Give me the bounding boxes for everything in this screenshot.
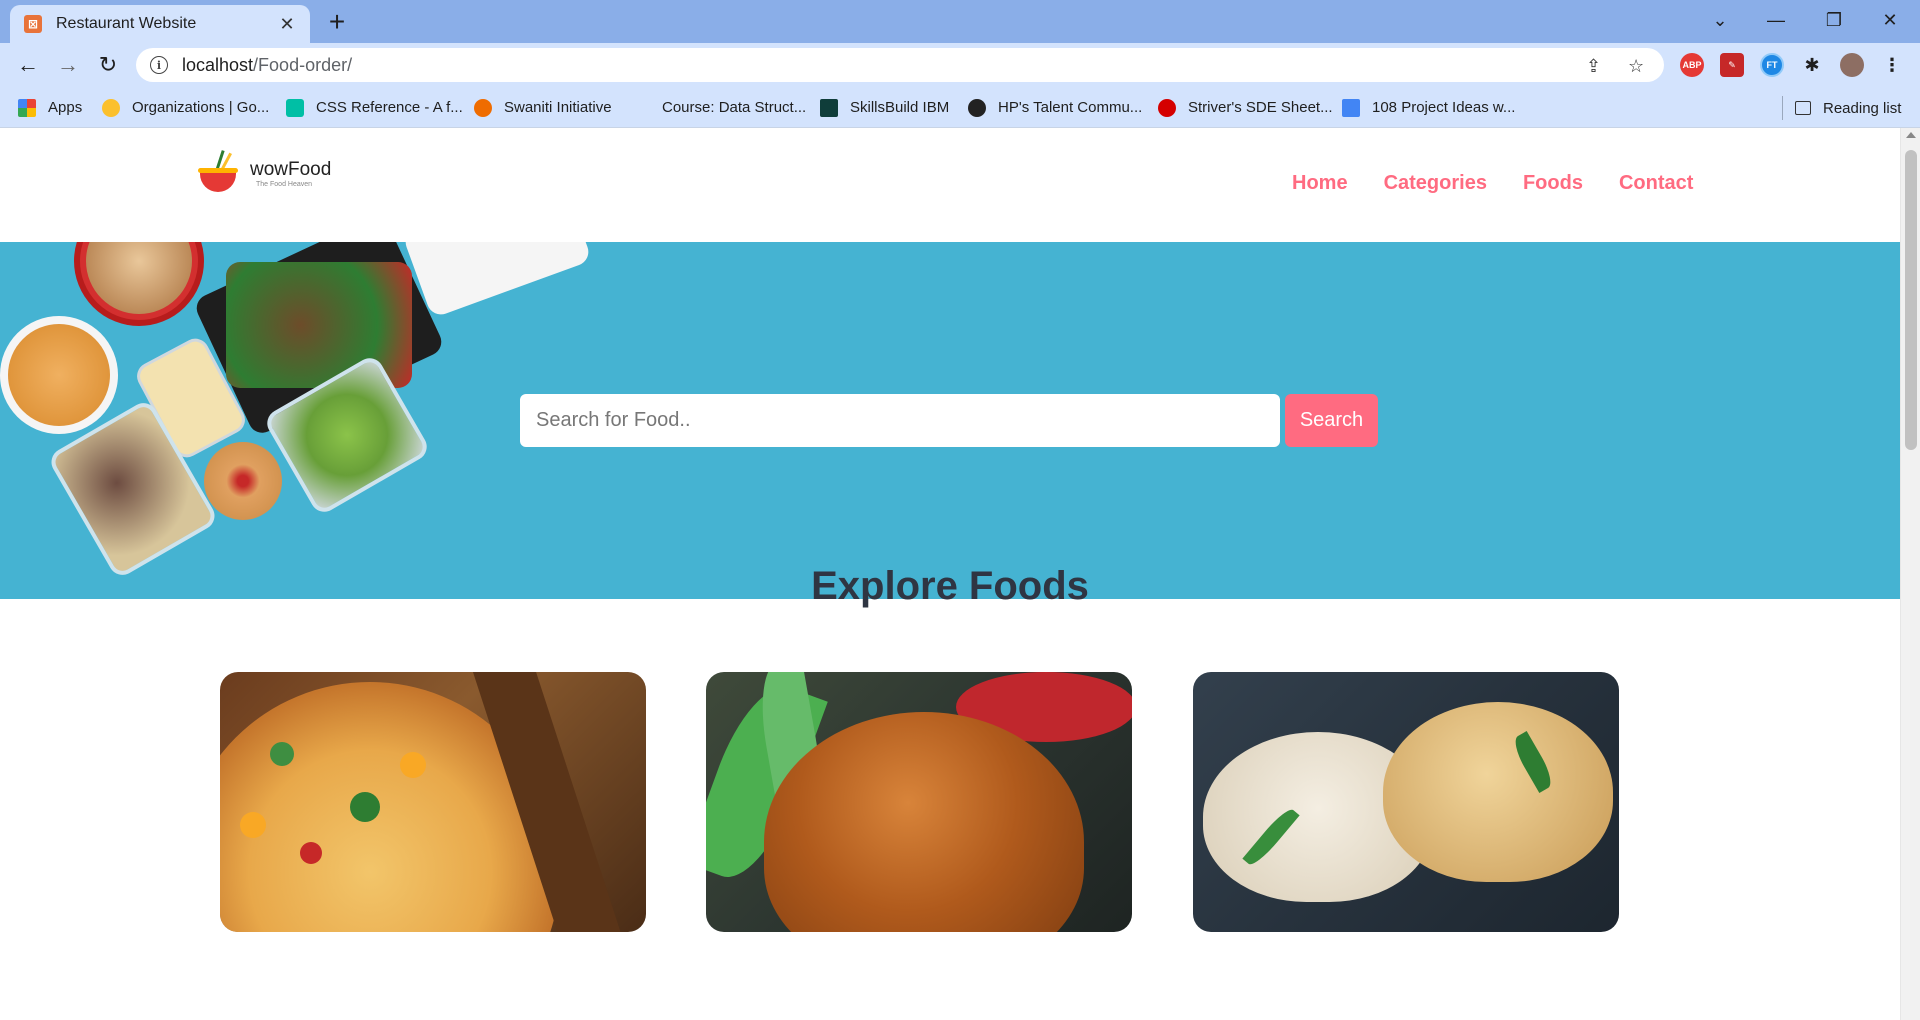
swaniti-icon (474, 98, 492, 117)
course-icon (632, 99, 650, 117)
bookmark-label: Apps (48, 99, 83, 116)
logo-name: wowFood (250, 158, 332, 180)
ft-extension-icon[interactable]: FT (1760, 53, 1784, 77)
scroll-up-arrow-icon[interactable] (1906, 132, 1916, 138)
back-arrow-icon[interactable]: ← (12, 49, 44, 81)
bookmark-label: Swaniti Initiative (504, 99, 612, 116)
bookmark-striver-sde[interactable]: Striver's SDE Sheet... (1158, 87, 1333, 128)
bookmark-apps[interactable]: Apps (18, 87, 82, 128)
adblock-extension-icon[interactable]: ABP (1680, 53, 1704, 77)
url-host: localhost (182, 54, 254, 75)
bookmark-label: Striver's SDE Sheet... (1188, 99, 1333, 116)
bookmark-hp-talent[interactable]: HP's Talent Commu... (968, 87, 1142, 128)
tuf-icon (1158, 98, 1176, 117)
search-button[interactable]: Search (1285, 394, 1378, 447)
pen-extension-icon[interactable]: ✎ (1720, 53, 1744, 77)
bowl-logo-icon (196, 148, 242, 198)
css-icon (286, 98, 304, 117)
close-window-button[interactable]: ✕ (1862, 0, 1918, 40)
bookmark-label: Course: Data Struct... (662, 99, 807, 116)
browser-tab[interactable]: ⊠ Restaurant Website ✕ (10, 5, 310, 43)
menu-kebab-icon[interactable]: ⋮ (1880, 53, 1904, 77)
bookmark-css-reference[interactable]: CSS Reference - A f... (286, 87, 463, 128)
tab-title: Restaurant Website (56, 15, 197, 32)
profile-avatar[interactable] (1840, 53, 1864, 77)
forward-arrow-icon[interactable]: → (52, 49, 84, 81)
nav-categories[interactable]: Categories (1384, 172, 1487, 195)
bookmark-organizations[interactable]: Organizations | Go... (102, 87, 269, 128)
hero-search-section: Search (0, 242, 1900, 599)
reading-list-label: Reading list (1823, 99, 1902, 117)
bookmark-skillsbuild[interactable]: SkillsBuild IBM (820, 87, 949, 128)
url-path: /Food-order/ (253, 54, 353, 75)
address-bar[interactable]: i localhost/Food-order/ ⇪ ☆ (136, 48, 1664, 82)
site-logo[interactable]: wowFood The Food Heaven (196, 148, 331, 198)
xampp-favicon-icon: ⊠ (24, 15, 42, 33)
nav-contact[interactable]: Contact (1619, 172, 1693, 195)
puzzle-extensions-icon[interactable]: ✱ (1800, 53, 1824, 77)
new-tab-button[interactable]: + (322, 8, 352, 38)
share-icon[interactable]: ⇪ (1586, 56, 1601, 77)
food-search-input[interactable] (520, 394, 1280, 447)
site-header: wowFood The Food Heaven Home Categories … (0, 128, 1900, 242)
site-info-icon[interactable]: i (150, 56, 168, 74)
bookmark-label: HP's Talent Commu... (998, 99, 1143, 116)
bookmark-label: Organizations | Go... (132, 99, 270, 116)
url-text: localhost/Food-order/ (182, 55, 352, 76)
reload-icon[interactable]: ↻ (92, 49, 124, 81)
close-tab-icon[interactable]: ✕ (276, 14, 298, 35)
food-card-burger[interactable] (706, 672, 1132, 932)
food-card-momo[interactable] (1193, 672, 1619, 932)
bookmark-label: SkillsBuild IBM (850, 99, 950, 116)
main-nav: Home Categories Foods Contact (1292, 172, 1729, 195)
bookmark-course-data-struct[interactable]: Course: Data Struct... (632, 87, 806, 128)
apps-grid-icon (18, 98, 36, 117)
tab-search-icon[interactable]: ⌄ (1692, 0, 1748, 40)
minimize-button[interactable]: — (1748, 0, 1804, 40)
skillsbuild-icon (820, 98, 838, 117)
page-viewport: wowFood The Food Heaven Home Categories … (0, 128, 1900, 1020)
doc-icon (1342, 98, 1360, 117)
nav-home[interactable]: Home (1292, 172, 1348, 195)
globe-icon (968, 98, 986, 117)
sun-icon (102, 98, 120, 117)
reading-list[interactable]: Reading list (1782, 96, 1901, 120)
scrollbar-thumb[interactable] (1905, 150, 1917, 450)
section-title: Explore Foods (811, 564, 1089, 608)
bookmark-swaniti[interactable]: Swaniti Initiative (474, 87, 612, 128)
food-card-pizza[interactable] (220, 672, 646, 932)
bookmarks-bar: Apps Organizations | Go... CSS Reference… (0, 87, 1920, 128)
bookmark-label: 108 Project Ideas w... (1372, 99, 1516, 116)
logo-tagline: The Food Heaven (256, 180, 313, 188)
browser-tab-bar: ⊠ Restaurant Website ✕ + ⌄ — ❐ ✕ (0, 0, 1920, 43)
page-scrollbar[interactable] (1900, 128, 1920, 1020)
bookmark-label: CSS Reference - A f... (316, 99, 463, 116)
nav-foods[interactable]: Foods (1523, 172, 1583, 195)
bookmark-star-icon[interactable]: ☆ (1628, 56, 1644, 77)
bookmark-project-ideas[interactable]: 108 Project Ideas w... (1342, 87, 1515, 128)
reading-list-icon (1795, 101, 1811, 115)
restore-button[interactable]: ❐ (1806, 0, 1862, 40)
browser-toolbar: ← → ↻ i localhost/Food-order/ ⇪ ☆ ABP ✎ … (0, 43, 1920, 87)
